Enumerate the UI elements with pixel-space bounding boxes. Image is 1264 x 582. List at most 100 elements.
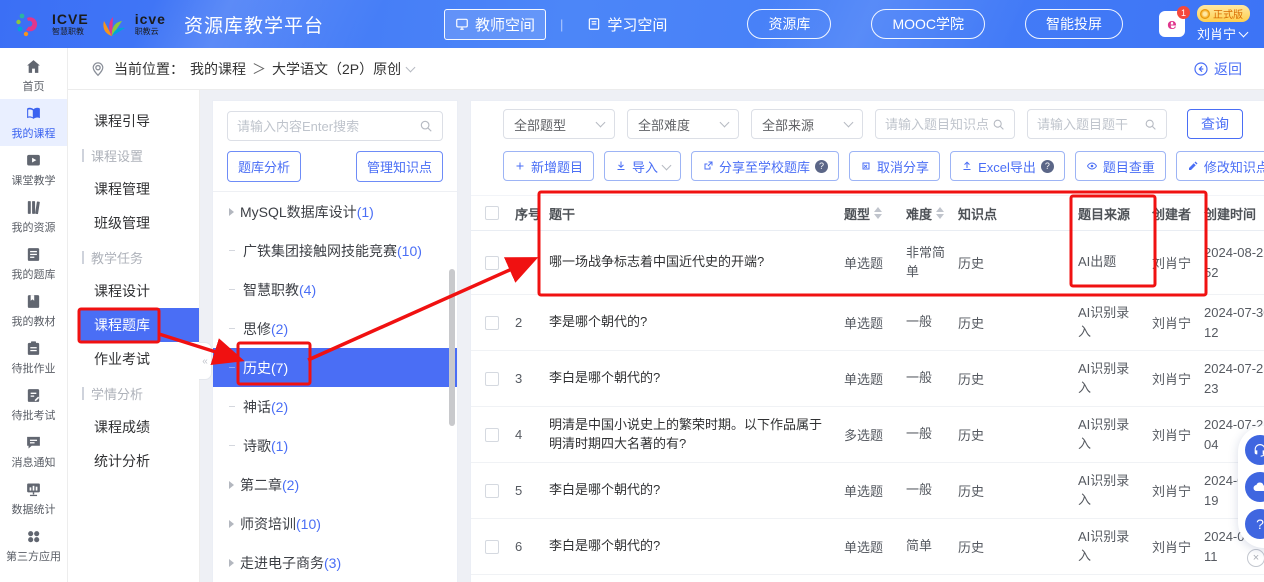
row-stem: 李白是哪个朝代的? [549, 481, 844, 500]
tree-leaf-dash [229, 250, 235, 251]
tree-node-history-selected[interactable]: 历史(7) [213, 348, 457, 387]
search-icon [1144, 118, 1157, 131]
source-select[interactable]: 全部来源 [751, 109, 863, 139]
tree-node-zhihuizhijiao[interactable]: 智慧职教(4) [213, 270, 457, 309]
tree-node-chapter2[interactable]: 第二章(2) [213, 465, 457, 504]
menu-item-course-guide[interactable]: 课程引导 [68, 104, 199, 138]
tree-node-poetry[interactable]: 诗歌(1) [213, 426, 457, 465]
tree-node-mysql[interactable]: MySQL数据库设计(1) [213, 192, 457, 231]
resource-library-button[interactable]: 资源库 [747, 9, 831, 39]
menu-item-course-grades[interactable]: 课程成绩 [68, 410, 199, 444]
homework-clipboard-icon [25, 340, 42, 357]
duplicate-check-button[interactable]: 题目查重 [1075, 151, 1166, 181]
collapse-panel-handle[interactable]: « [199, 342, 212, 380]
stem-input[interactable] [1037, 117, 1140, 132]
row-creator: 刘肖宁 [1152, 537, 1204, 556]
row-source: AI识别录入 [1078, 472, 1140, 508]
space-separator: | [560, 17, 563, 32]
menu-item-homework-exam[interactable]: 作业考试 [68, 342, 199, 376]
knowledge-point-input[interactable] [885, 117, 988, 132]
cloud-app-icon[interactable] [1245, 472, 1264, 502]
rail-item-third-party-apps[interactable]: 第三方应用 [0, 522, 67, 569]
row-difficulty: 一般 [906, 369, 950, 387]
rail-item-home[interactable]: 首页 [0, 52, 67, 99]
rail-item-my-question-bank[interactable]: 我的题库 [0, 240, 67, 287]
difficulty-select[interactable]: 全部难度 [627, 109, 739, 139]
sort-icons[interactable] [874, 207, 882, 219]
row-difficulty: 一般 [906, 425, 950, 443]
rail-item-data-statistics[interactable]: 数据统计 [0, 475, 67, 522]
cancel-share-icon [860, 160, 872, 172]
help-icon[interactable]: ? [815, 160, 828, 173]
rail-item-classroom-teaching[interactable]: 课堂教学 [0, 146, 67, 193]
row-checkbox[interactable] [485, 372, 499, 386]
manage-knowledge-points-button[interactable]: 管理知识点 [356, 151, 443, 182]
table-row[interactable]: 6 李白是哪个朝代的? 单选题 简单 历史 AI识别录入 刘肖宁 2024-07… [471, 519, 1264, 575]
breadcrumb-my-courses[interactable]: 我的课程 [190, 59, 246, 79]
user-name: 刘肖宁 [1197, 24, 1236, 43]
breadcrumb-current-course[interactable]: 大学语文（2P）原创 [272, 59, 401, 79]
table-row[interactable]: 3 李白是哪个朝代的? 单选题 一般 历史 AI识别录入 刘肖宁 2024-07… [471, 351, 1264, 407]
tree-search-input[interactable] [237, 119, 413, 134]
import-button[interactable]: 导入 [604, 151, 681, 181]
mooc-college-button[interactable]: MOOC学院 [871, 9, 985, 39]
teacher-space-tab[interactable]: 教师空间 [444, 9, 546, 40]
menu-item-course-management[interactable]: 课程管理 [68, 172, 199, 206]
menu-item-statistical-analysis[interactable]: 统计分析 [68, 444, 199, 478]
menu-section-learning-analysis: 学情分析 [68, 376, 199, 410]
user-menu[interactable]: 刘肖宁 [1197, 24, 1247, 43]
rail-item-pending-exams[interactable]: 待批考试 [0, 381, 67, 428]
col-difficulty-sortable[interactable]: 难度 [906, 204, 958, 223]
cancel-share-button[interactable]: 取消分享 [849, 151, 940, 181]
rail-item-messages[interactable]: 消息通知 [0, 428, 67, 475]
menu-item-course-question-bank[interactable]: 课程题库 [80, 308, 199, 342]
mini-close-icon[interactable]: × [1247, 549, 1264, 567]
add-question-button[interactable]: 新增题目 [503, 151, 594, 181]
question-type-select[interactable]: 全部题型 [503, 109, 615, 139]
row-index: 4 [515, 427, 549, 442]
rail-item-my-textbooks[interactable]: 我的教材 [0, 287, 67, 334]
row-checkbox[interactable] [485, 484, 499, 498]
row-checkbox[interactable] [485, 316, 499, 330]
rail-item-my-courses[interactable]: 我的课程 [0, 99, 67, 146]
modify-knowledge-points-button[interactable]: 修改知识点 [1176, 151, 1264, 181]
teacher-space-icon [455, 17, 469, 31]
select-all-checkbox[interactable] [485, 206, 499, 220]
excel-export-button[interactable]: Excel导出 ? [950, 151, 1065, 181]
tree-leaf-dash [229, 289, 235, 290]
query-button[interactable]: 查询 [1187, 109, 1243, 139]
table-row[interactable]: 4 明清是中国小说史上的繁荣时期。以下作品属于明清时期四大名著的有? 多选题 一… [471, 407, 1264, 463]
table-row[interactable]: 5 李白是哪个朝代的? 单选题 一般 历史 AI识别录入 刘肖宁 2024-07… [471, 463, 1264, 519]
row-difficulty: 简单 [906, 537, 950, 555]
tree-node-sixiu[interactable]: 思修(2) [213, 309, 457, 348]
row-type: 单选题 [844, 253, 906, 272]
rail-item-my-resources[interactable]: 我的资源 [0, 193, 67, 240]
tree-node-teacher-training[interactable]: 师资培训(10) [213, 504, 457, 543]
table-row[interactable]: 唐太宗时期，政治清明，国力强盛中称 excel导 2024-07-25 1 [471, 575, 1264, 582]
tree-scrollbar[interactable] [449, 269, 455, 426]
col-type-sortable[interactable]: 题型 [844, 204, 906, 223]
help-question-icon[interactable]: ? [1245, 509, 1264, 539]
row-checkbox[interactable] [485, 540, 499, 554]
menu-item-class-management[interactable]: 班级管理 [68, 206, 199, 240]
tree-node-guangtie[interactable]: 广铁集团接触网技能竞赛(10) [213, 231, 457, 270]
share-to-school-bank-button[interactable]: 分享至学校题库 ? [691, 151, 839, 181]
table-row[interactable]: 1 哪一场战争标志着中国近代史的开端? 单选题 非常简单 历史 AI出题 刘肖宁… [471, 231, 1264, 295]
chevron-down-icon[interactable] [406, 62, 416, 72]
student-space-tab[interactable]: 学习空间 [577, 10, 677, 39]
menu-item-course-design[interactable]: 课程设计 [68, 274, 199, 308]
tree-node-myth[interactable]: 神话(2) [213, 387, 457, 426]
sort-icons[interactable] [936, 207, 944, 219]
rail-item-pending-homework[interactable]: 待批作业 [0, 334, 67, 381]
question-bank-analysis-button[interactable]: 题库分析 [227, 151, 301, 182]
back-button[interactable]: 返回 [1193, 59, 1242, 79]
tree-node-ecommerce[interactable]: 走进电子商务(3) [213, 543, 457, 582]
smart-cast-button[interactable]: 智能投屏 [1025, 9, 1123, 39]
row-checkbox[interactable] [485, 256, 499, 270]
plus-icon [514, 160, 526, 172]
help-icon[interactable]: ? [1041, 160, 1054, 173]
customer-service-icon[interactable] [1245, 435, 1264, 465]
row-checkbox[interactable] [485, 428, 499, 442]
table-row[interactable]: 2 李是哪个朝代的? 单选题 一般 历史 AI识别录入 刘肖宁 2024-07-… [471, 295, 1264, 351]
app-switcher-icon[interactable]: e 1 [1159, 11, 1185, 37]
